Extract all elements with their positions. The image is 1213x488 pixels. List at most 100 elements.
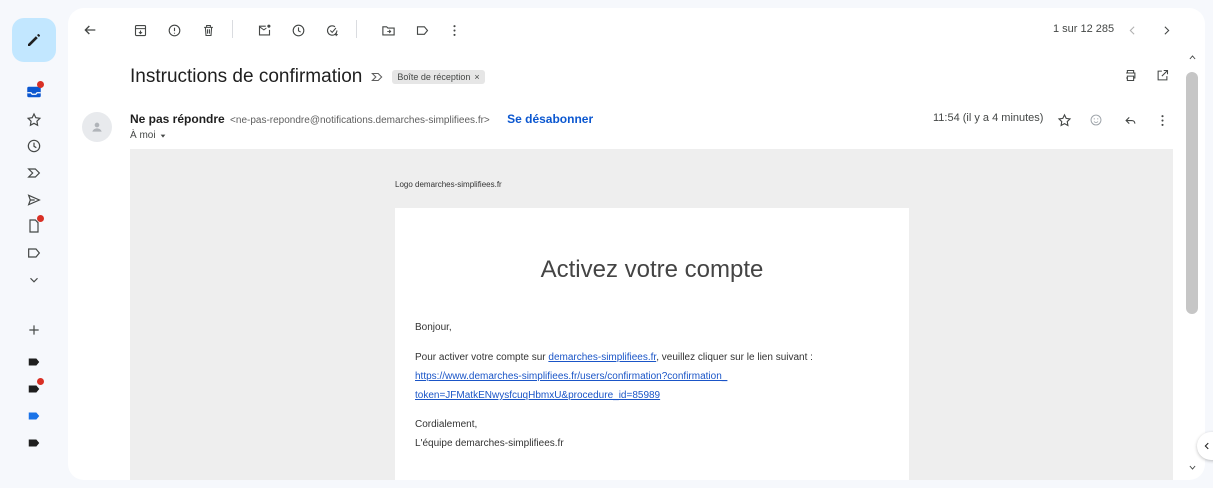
email-subject: Instructions de confirmation bbox=[130, 66, 363, 87]
avatar[interactable] bbox=[82, 112, 112, 142]
open-in-new-icon bbox=[1157, 69, 1168, 80]
more-actions-button[interactable] bbox=[442, 18, 466, 42]
rail-sent[interactable] bbox=[22, 188, 46, 212]
important-icon bbox=[27, 168, 41, 178]
more-vertical-icon bbox=[1160, 114, 1164, 126]
sender-email: <ne-pas-repondre@notifications.demarches… bbox=[230, 115, 490, 126]
caret-down-icon bbox=[1189, 465, 1195, 470]
clock-icon bbox=[292, 24, 304, 36]
chevron-right-icon bbox=[1163, 25, 1169, 35]
more-options-button[interactable] bbox=[1150, 108, 1174, 132]
mail-unread-icon bbox=[258, 24, 270, 35]
recipients-toggle[interactable]: À moi bbox=[130, 130, 167, 141]
left-rail bbox=[0, 0, 68, 488]
intro-after: , veuillez cliquer sur le lien suivant : bbox=[656, 352, 813, 363]
pencil-icon bbox=[28, 34, 40, 46]
inbox-label-chip: Boîte de réception × bbox=[392, 70, 485, 84]
confirmation-link-line2[interactable]: token=JFMatkENwysfcuqHbmxU&procedure_id=… bbox=[415, 390, 660, 401]
print-button[interactable] bbox=[1118, 63, 1142, 87]
open-new-window-button[interactable] bbox=[1150, 63, 1174, 87]
reply-button[interactable] bbox=[1118, 108, 1142, 132]
reply-icon bbox=[1124, 116, 1135, 124]
rail-label-4[interactable] bbox=[22, 431, 46, 455]
rail-label-1[interactable] bbox=[22, 350, 46, 374]
alert-icon bbox=[168, 24, 180, 36]
toolbar-separator bbox=[356, 20, 357, 38]
greeting: Bonjour, bbox=[415, 322, 452, 333]
scroll-down-button[interactable] bbox=[1185, 460, 1199, 474]
unsubscribe-link[interactable]: Se désabonner bbox=[507, 112, 593, 126]
rail-label-3[interactable] bbox=[22, 404, 46, 428]
confirmation-link-line1[interactable]: https://www.demarches-simplifiees.fr/use… bbox=[415, 371, 727, 382]
caret-down-icon bbox=[160, 134, 165, 138]
mark-unread-button[interactable] bbox=[252, 18, 276, 42]
notification-dot bbox=[37, 378, 44, 385]
sender-name[interactable]: Ne pas répondre bbox=[130, 112, 225, 126]
caret-up-icon bbox=[1189, 54, 1195, 59]
site-link[interactable]: demarches-simplifiees.fr bbox=[548, 352, 656, 363]
important-icon bbox=[371, 72, 383, 82]
scrollbar-thumb[interactable] bbox=[1186, 72, 1198, 314]
emoji-reaction-button[interactable] bbox=[1084, 108, 1108, 132]
snooze-button[interactable] bbox=[286, 18, 310, 42]
label-chip-close[interactable]: × bbox=[474, 72, 479, 82]
notification-dot bbox=[37, 215, 44, 222]
compose-button[interactable] bbox=[12, 18, 56, 62]
archive-button[interactable] bbox=[128, 18, 152, 42]
move-to-button[interactable] bbox=[376, 18, 400, 42]
chevron-left-icon bbox=[1204, 442, 1209, 450]
labels-button[interactable] bbox=[410, 18, 434, 42]
team-signature: L'équipe demarches-simplifiees.fr bbox=[415, 438, 564, 449]
signoff: Cordialement, bbox=[415, 419, 478, 430]
rail-create-label[interactable] bbox=[22, 318, 46, 342]
email-heading: Activez votre compte bbox=[540, 256, 764, 283]
more-vertical-icon bbox=[452, 24, 456, 36]
add-task-button[interactable] bbox=[320, 18, 344, 42]
back-button[interactable] bbox=[78, 18, 102, 42]
intro-paragraph: Pour activer votre compte sur demarches-… bbox=[415, 348, 813, 405]
rail-label[interactable] bbox=[22, 241, 46, 265]
subject-row: Instructions de confirmation Boîte de ré… bbox=[130, 64, 485, 90]
emoji-icon bbox=[1090, 114, 1102, 126]
rail-important[interactable] bbox=[22, 161, 46, 185]
logo-alt-text: Logo demarches-simplifiees.fr bbox=[395, 180, 502, 189]
report-spam-button[interactable] bbox=[162, 18, 186, 42]
pager-count: 1 sur 12 285 bbox=[1053, 23, 1115, 35]
toolbar-separator bbox=[232, 20, 233, 38]
rail-starred[interactable] bbox=[22, 108, 46, 132]
rail-label-2[interactable] bbox=[22, 377, 46, 401]
rail-inbox[interactable] bbox=[22, 80, 46, 104]
older-button[interactable] bbox=[1154, 18, 1178, 42]
print-icon bbox=[1125, 69, 1135, 81]
newer-button[interactable] bbox=[1120, 18, 1144, 42]
label-outline-icon bbox=[28, 248, 41, 258]
email-body: Logo demarches-simplifiees.fr Activez vo… bbox=[130, 149, 1173, 480]
chevron-down-icon bbox=[30, 277, 38, 283]
label-icon bbox=[28, 412, 40, 420]
folder-move-icon bbox=[381, 25, 395, 35]
rail-drafts[interactable] bbox=[22, 214, 46, 238]
plus-icon bbox=[29, 325, 39, 335]
person-icon bbox=[92, 122, 102, 132]
delete-button[interactable] bbox=[196, 18, 220, 42]
important-marker[interactable] bbox=[370, 70, 384, 84]
sender-line: Ne pas répondre <ne-pas-repondre@notific… bbox=[130, 112, 593, 126]
label-outline-icon bbox=[416, 25, 428, 35]
notification-dot bbox=[37, 81, 44, 88]
rail-more[interactable] bbox=[22, 268, 46, 292]
star-icon bbox=[26, 112, 42, 127]
label-icon bbox=[28, 358, 40, 366]
trash-icon bbox=[203, 24, 213, 36]
archive-icon bbox=[134, 24, 146, 36]
signoff-block: Cordialement, L'équipe demarches-simplif… bbox=[415, 415, 564, 453]
scroll-up-button[interactable] bbox=[1185, 50, 1199, 64]
email-panel: 1 sur 12 285 Instructions de confirmatio… bbox=[68, 8, 1205, 480]
toolbar: 1 sur 12 285 bbox=[68, 8, 1205, 50]
recipient-text: À moi bbox=[130, 130, 156, 141]
clock-icon bbox=[27, 139, 41, 153]
email-card: Activez votre compte Bonjour, Pour activ… bbox=[395, 208, 909, 480]
star-icon bbox=[1057, 113, 1071, 126]
email-time: 11:54 (il y a 4 minutes) bbox=[933, 112, 1044, 124]
rail-snoozed[interactable] bbox=[22, 134, 46, 158]
star-button[interactable] bbox=[1052, 108, 1076, 132]
